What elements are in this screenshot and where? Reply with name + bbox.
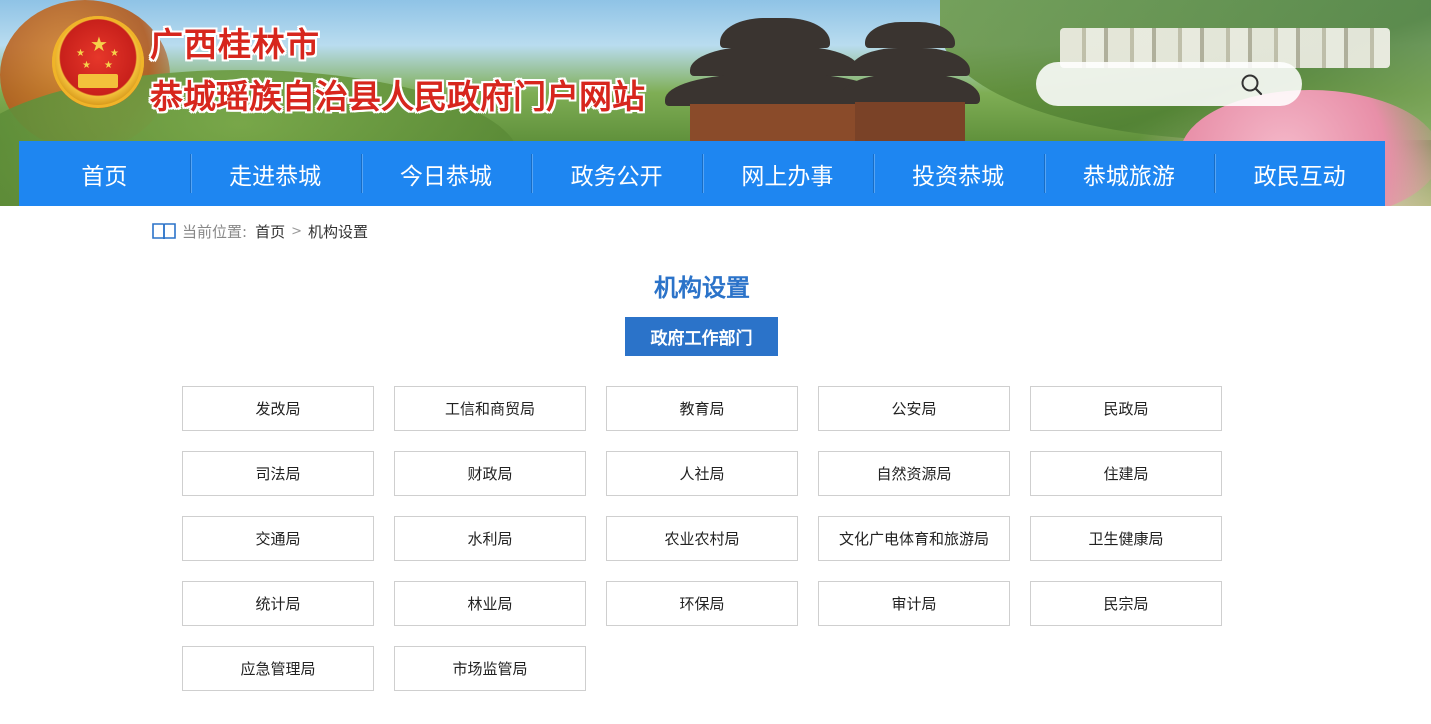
department-link[interactable]: 水利局: [394, 516, 586, 561]
department-link[interactable]: 公安局: [818, 386, 1010, 431]
department-link[interactable]: 住建局: [1030, 451, 1222, 496]
department-link[interactable]: 民政局: [1030, 386, 1222, 431]
search-box: [1036, 62, 1302, 106]
department-link[interactable]: 市场监管局: [394, 646, 586, 691]
nav-item-about[interactable]: 走进恭城: [189, 141, 361, 206]
pagoda-illustration: [660, 8, 1040, 144]
nav-item-home[interactable]: 首页: [19, 141, 190, 206]
department-link[interactable]: 民宗局: [1030, 581, 1222, 626]
department-link[interactable]: 文化广电体育和旅游局: [818, 516, 1010, 561]
page-title: 机构设置: [654, 274, 750, 302]
department-link[interactable]: 教育局: [606, 386, 798, 431]
nav-item-news[interactable]: 今日恭城: [360, 141, 532, 206]
department-link[interactable]: 人社局: [606, 451, 798, 496]
department-link[interactable]: 审计局: [818, 581, 1010, 626]
nav-item-interaction[interactable]: 政民互动: [1214, 141, 1385, 206]
book-icon: [152, 223, 176, 240]
department-link[interactable]: 卫生健康局: [1030, 516, 1222, 561]
breadcrumb: 当前位置: 首页 > 机构设置: [152, 219, 368, 243]
department-link[interactable]: 应急管理局: [182, 646, 374, 691]
department-link[interactable]: 自然资源局: [818, 451, 1010, 496]
department-link[interactable]: 司法局: [182, 451, 374, 496]
nav-item-gov-affairs[interactable]: 政务公开: [531, 141, 702, 206]
department-link[interactable]: 财政局: [394, 451, 586, 496]
tab-government-departments[interactable]: 政府工作部门: [625, 317, 778, 356]
nav-item-online-services[interactable]: 网上办事: [702, 141, 873, 206]
department-link[interactable]: 环保局: [606, 581, 798, 626]
department-link[interactable]: 工信和商贸局: [394, 386, 586, 431]
main-nav: 首页 走进恭城 今日恭城 政务公开 网上办事 投资恭城 恭城旅游 政民互动: [19, 141, 1385, 206]
department-link[interactable]: 林业局: [394, 581, 586, 626]
search-icon[interactable]: [1240, 73, 1264, 97]
site-title-county: 恭城瑶族自治县人民政府门户网站: [150, 77, 645, 116]
department-link[interactable]: 发改局: [182, 386, 374, 431]
department-link[interactable]: 交通局: [182, 516, 374, 561]
department-link[interactable]: 农业农村局: [606, 516, 798, 561]
breadcrumb-current: 机构设置: [307, 222, 368, 241]
breadcrumb-label: 当前位置:: [182, 222, 248, 241]
site-title-city: 广西桂林市: [150, 25, 320, 64]
breadcrumb-separator: >: [291, 223, 302, 239]
department-link[interactable]: 统计局: [182, 581, 374, 626]
breadcrumb-home-link[interactable]: 首页: [255, 221, 285, 242]
department-grid: 发改局 工信和商贸局 教育局 公安局 民政局 司法局 财政局 人社局 自然资源局…: [182, 386, 1222, 691]
search-input[interactable]: [1054, 72, 1238, 98]
nav-item-tourism[interactable]: 恭城旅游: [1043, 141, 1215, 206]
nav-item-investment[interactable]: 投资恭城: [872, 141, 1044, 206]
national-emblem-logo: ★ ★ ★ ★ ★: [52, 16, 144, 108]
